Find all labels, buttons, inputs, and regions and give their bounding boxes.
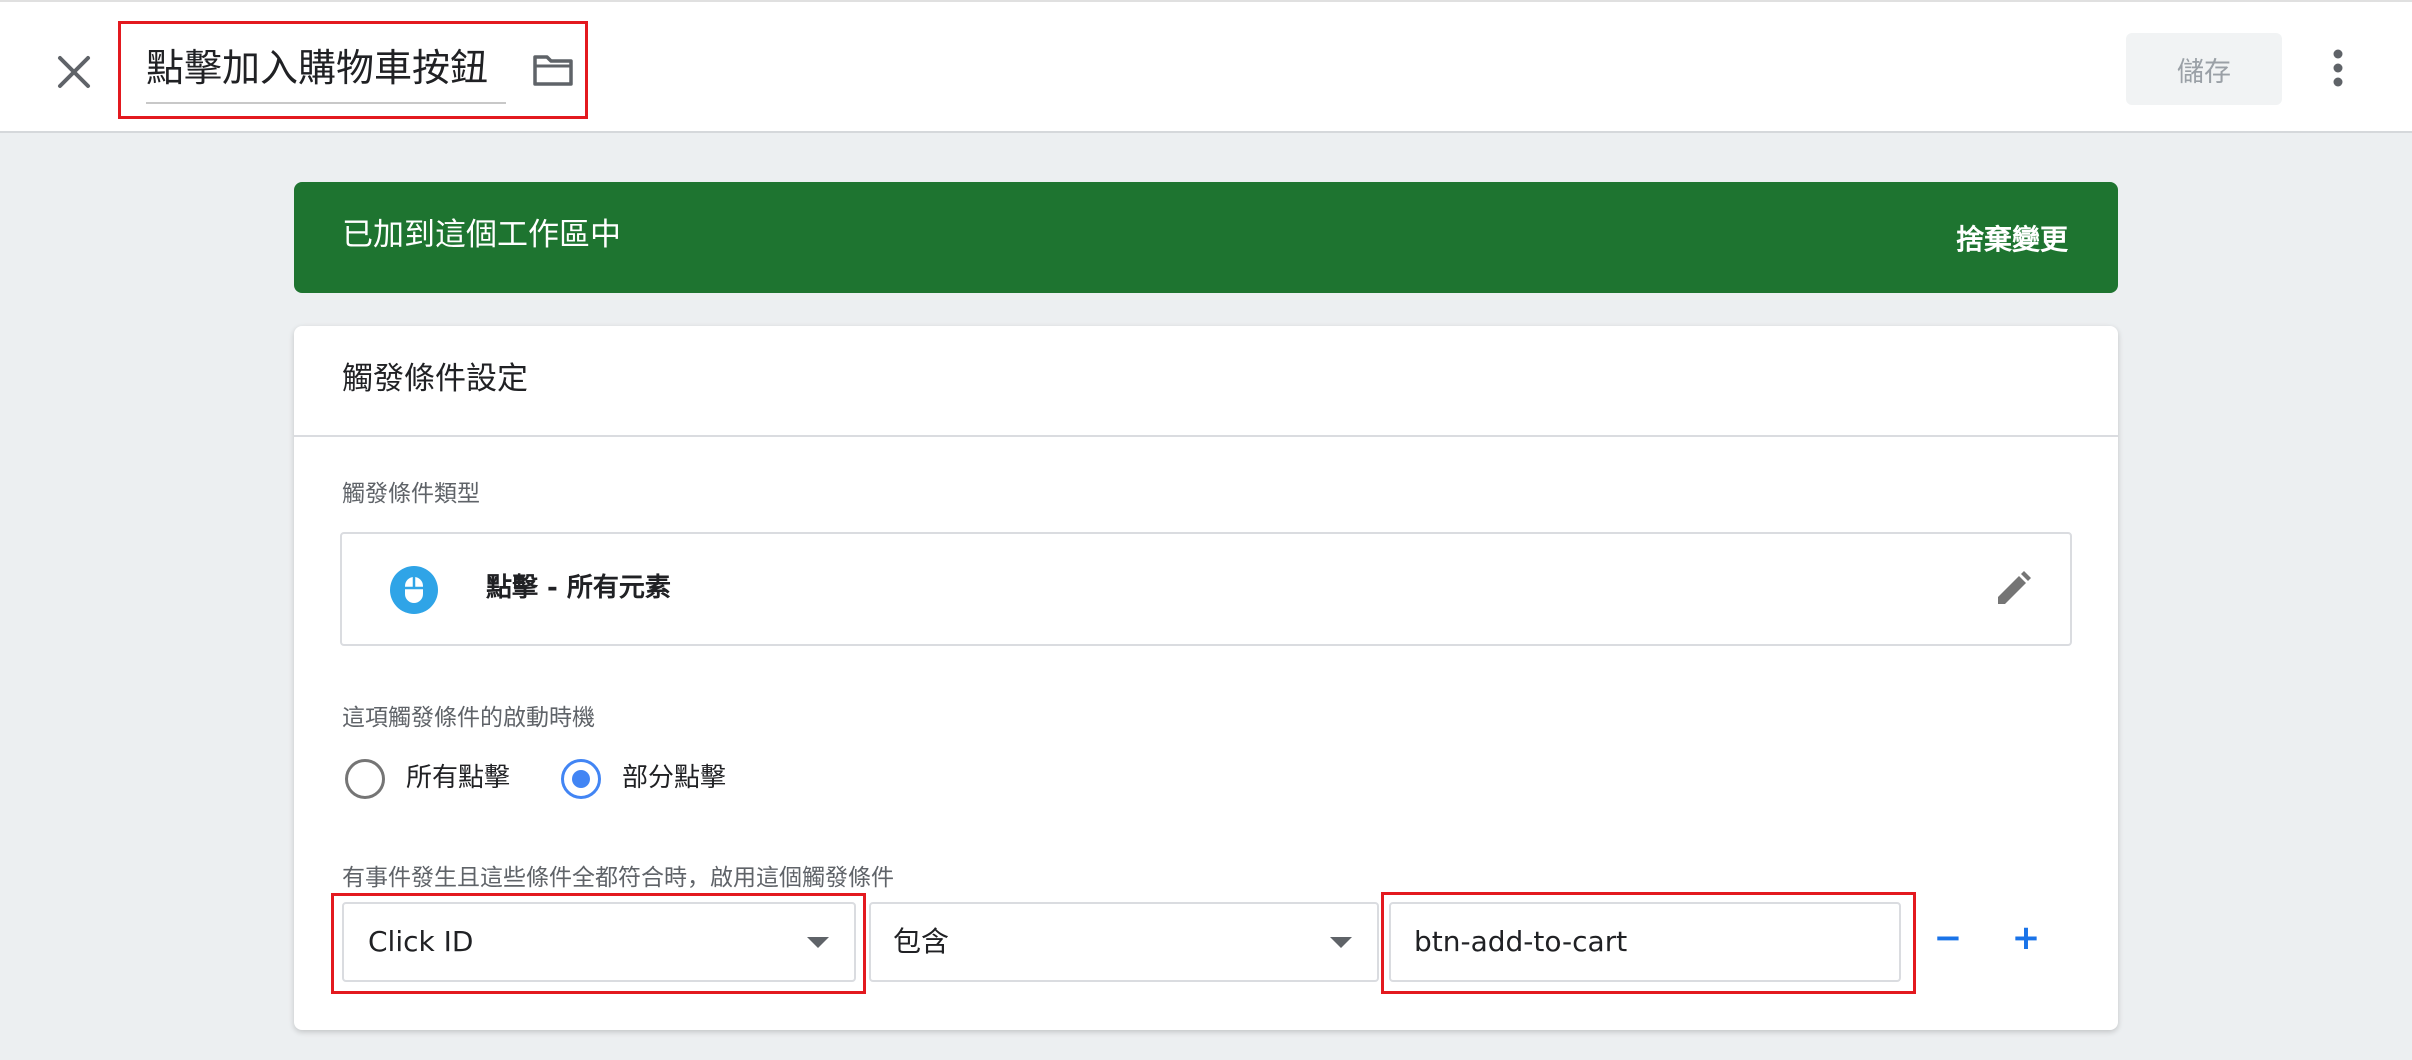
remove-condition-button[interactable]: − [1932, 918, 1964, 958]
fires-on-label: 這項觸發條件的啟動時機 [342, 705, 595, 731]
discard-changes-button[interactable]: 捨棄變更 [1956, 220, 2068, 260]
variable-highlight-box [331, 893, 866, 994]
card-divider [294, 435, 2118, 437]
title-underline [146, 102, 506, 104]
more-vert-icon[interactable] [2320, 42, 2356, 94]
radio-selected-dot [572, 770, 590, 788]
close-icon[interactable] [48, 46, 100, 98]
pencil-icon[interactable] [1992, 568, 2034, 610]
mouse-icon [390, 566, 438, 614]
card-title: 觸發條件設定 [342, 361, 528, 397]
radio-all-clicks[interactable] [345, 759, 385, 799]
operator-select-value: 包含 [893, 925, 950, 958]
dropdown-caret-icon [1330, 937, 1352, 948]
value-highlight-box [1381, 892, 1916, 994]
trigger-type-value: 點擊 - 所有元素 [486, 573, 671, 603]
save-button[interactable]: 儲存 [2126, 33, 2282, 105]
folder-icon[interactable] [530, 50, 576, 90]
radio-some-clicks-label[interactable]: 部分點擊 [622, 760, 726, 796]
banner-message: 已加到這個工作區中 [342, 217, 621, 253]
radio-all-clicks-label[interactable]: 所有點擊 [406, 760, 510, 796]
trigger-name-field[interactable]: 點擊加入購物車按鈕 [146, 42, 488, 94]
condition-label: 有事件發生且這些條件全都符合時，啟用這個觸發條件 [342, 865, 894, 891]
trigger-type-label: 觸發條件類型 [342, 481, 480, 507]
add-condition-button[interactable]: + [2008, 918, 2044, 958]
